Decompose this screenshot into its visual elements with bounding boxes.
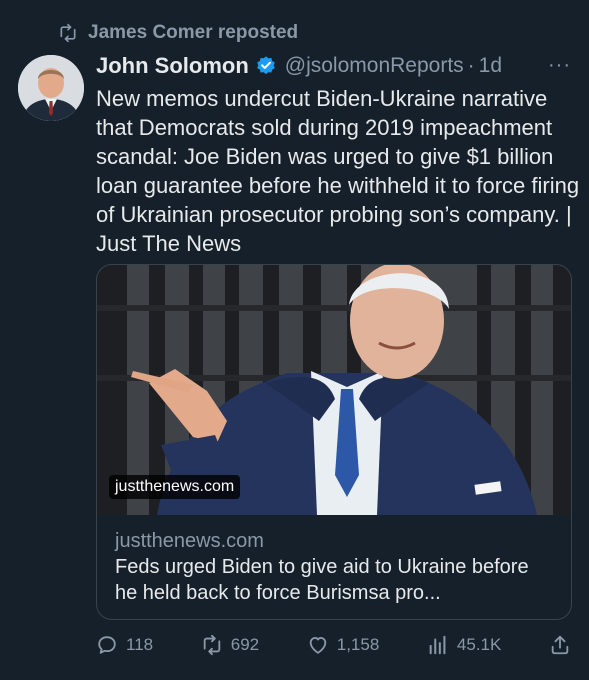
more-options-icon[interactable]: ··· <box>548 54 571 77</box>
share-icon <box>551 635 569 655</box>
heart-icon <box>309 637 326 654</box>
separator-dot: · <box>467 54 475 77</box>
link-card[interactable]: justthenews.com justthenews.com Feds urg… <box>96 264 572 620</box>
repost-icon <box>60 23 76 43</box>
card-meta: justthenews.com Feds urged Biden to give… <box>97 515 571 606</box>
reply-button[interactable]: 118 <box>96 634 153 656</box>
timestamp[interactable]: 1d <box>479 54 502 78</box>
repost-button[interactable]: 692 <box>201 634 259 656</box>
reply-count: 118 <box>126 635 154 654</box>
share-button[interactable] <box>549 634 571 656</box>
repost-icon <box>203 634 220 656</box>
author-handle[interactable]: @jsolomonReports <box>285 54 464 78</box>
views-button[interactable]: 45.1K <box>427 634 501 656</box>
repost-indicator: James Comer reposted <box>58 20 298 46</box>
tweet-text: New memos undercut Biden-Ukraine narrati… <box>96 86 580 256</box>
avatar[interactable] <box>18 55 84 121</box>
repost-text: James Comer reposted <box>88 22 299 43</box>
tweet-header: John Solomon @jsolomonReports · 1d ··· <box>96 50 573 82</box>
like-count: 1,158 <box>336 635 380 654</box>
author-name[interactable]: John Solomon <box>96 53 249 79</box>
tweet[interactable]: James Comer reposted John Solomon @jsolo… <box>0 0 589 680</box>
reply-icon <box>98 636 116 654</box>
views-count: 45.1K <box>456 635 502 654</box>
card-title: Feds urged Biden to give aid to Ukraine … <box>115 556 529 604</box>
repost-count: 692 <box>230 635 260 654</box>
like-button[interactable]: 1,158 <box>307 634 380 656</box>
verified-badge-icon <box>256 56 275 75</box>
card-domain: justthenews.com <box>115 530 264 552</box>
card-image-domain: justthenews.com <box>109 475 241 499</box>
action-bar: 118 692 1,158 45.1K <box>96 630 571 660</box>
views-icon <box>429 635 446 655</box>
